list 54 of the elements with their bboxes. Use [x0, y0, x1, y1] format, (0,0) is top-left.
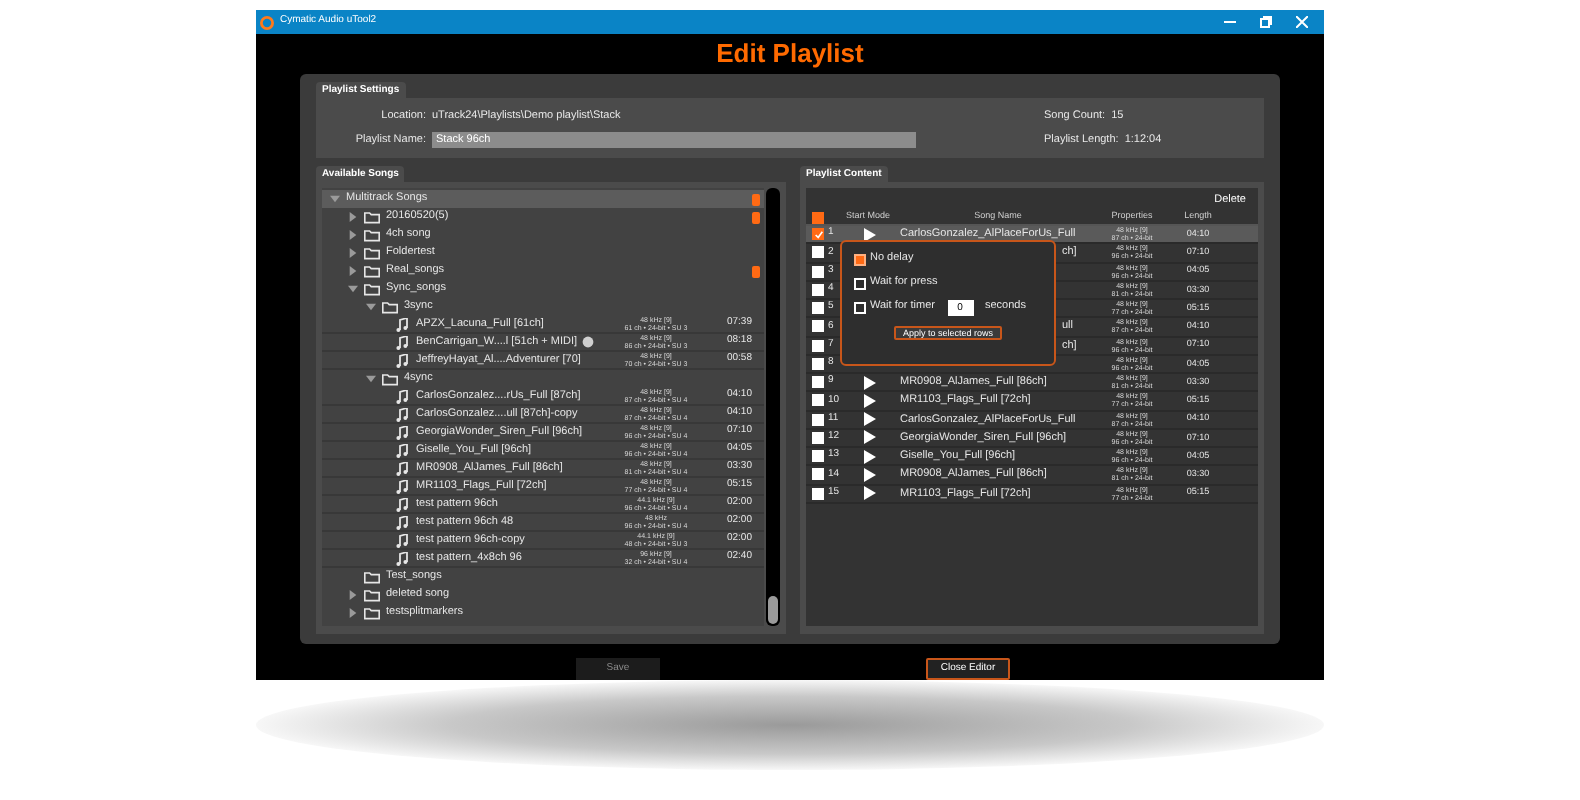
- page-title: Edit Playlist: [714, 36, 866, 72]
- music-note-icon: [396, 353, 408, 367]
- collapse-arrow-icon[interactable]: [348, 230, 358, 240]
- row-checkbox[interactable]: [812, 431, 824, 444]
- folder-icon: [382, 372, 398, 386]
- music-note-icon: [396, 335, 408, 349]
- music-note-icon: [396, 407, 408, 421]
- collapse-arrow-icon[interactable]: [348, 608, 358, 618]
- minimize-icon[interactable]: [1224, 16, 1236, 28]
- music-note-icon: [396, 479, 408, 493]
- row-checkbox[interactable]: [812, 357, 824, 370]
- music-note-icon: [396, 317, 408, 331]
- expand-arrow-icon[interactable]: [348, 284, 358, 294]
- collapse-arrow-icon[interactable]: [348, 248, 358, 258]
- expand-arrow-icon[interactable]: [366, 374, 376, 384]
- scrollbar[interactable]: [766, 188, 780, 626]
- restore-icon[interactable]: [1260, 16, 1272, 28]
- play-icon[interactable]: [864, 449, 876, 464]
- row-checkbox[interactable]: [812, 320, 824, 333]
- music-note-icon: [396, 551, 408, 565]
- music-note-icon: [396, 443, 408, 457]
- select-all-checkbox[interactable]: [812, 211, 824, 223]
- row-checkbox[interactable]: [812, 283, 824, 296]
- row-checkbox[interactable]: [812, 228, 824, 241]
- row-checkbox[interactable]: [812, 394, 824, 407]
- collapse-arrow-icon[interactable]: [348, 212, 358, 222]
- row-checkbox[interactable]: [812, 246, 824, 259]
- play-icon[interactable]: [864, 375, 876, 390]
- row-checkbox[interactable]: [812, 339, 824, 352]
- row-checkbox[interactable]: [812, 376, 824, 389]
- expand-arrow-icon[interactable]: [366, 302, 376, 312]
- row-checkbox[interactable]: [812, 468, 824, 481]
- music-note-icon: [396, 389, 408, 403]
- play-icon[interactable]: [864, 486, 876, 501]
- play-icon[interactable]: [864, 227, 876, 242]
- music-note-icon: [396, 461, 408, 475]
- row-checkbox[interactable]: [812, 487, 824, 500]
- play-icon[interactable]: [864, 393, 876, 408]
- option-checkbox[interactable]: [854, 253, 866, 265]
- play-icon[interactable]: [864, 467, 876, 482]
- row-checkbox[interactable]: [812, 302, 824, 315]
- row-checkbox[interactable]: [812, 265, 824, 278]
- music-note-icon: [396, 497, 408, 511]
- music-note-icon: [396, 533, 408, 547]
- row-checkbox[interactable]: [812, 413, 824, 426]
- close-icon[interactable]: [1296, 16, 1308, 28]
- music-note-icon: [396, 425, 408, 439]
- row-checkbox[interactable]: [812, 450, 824, 463]
- play-icon[interactable]: [864, 430, 876, 445]
- collapse-arrow-icon[interactable]: [348, 266, 358, 276]
- music-note-icon: [396, 515, 408, 529]
- play-icon[interactable]: [864, 412, 876, 427]
- collapse-arrow-icon[interactable]: [348, 590, 358, 600]
- app-logo-icon: [260, 15, 274, 29]
